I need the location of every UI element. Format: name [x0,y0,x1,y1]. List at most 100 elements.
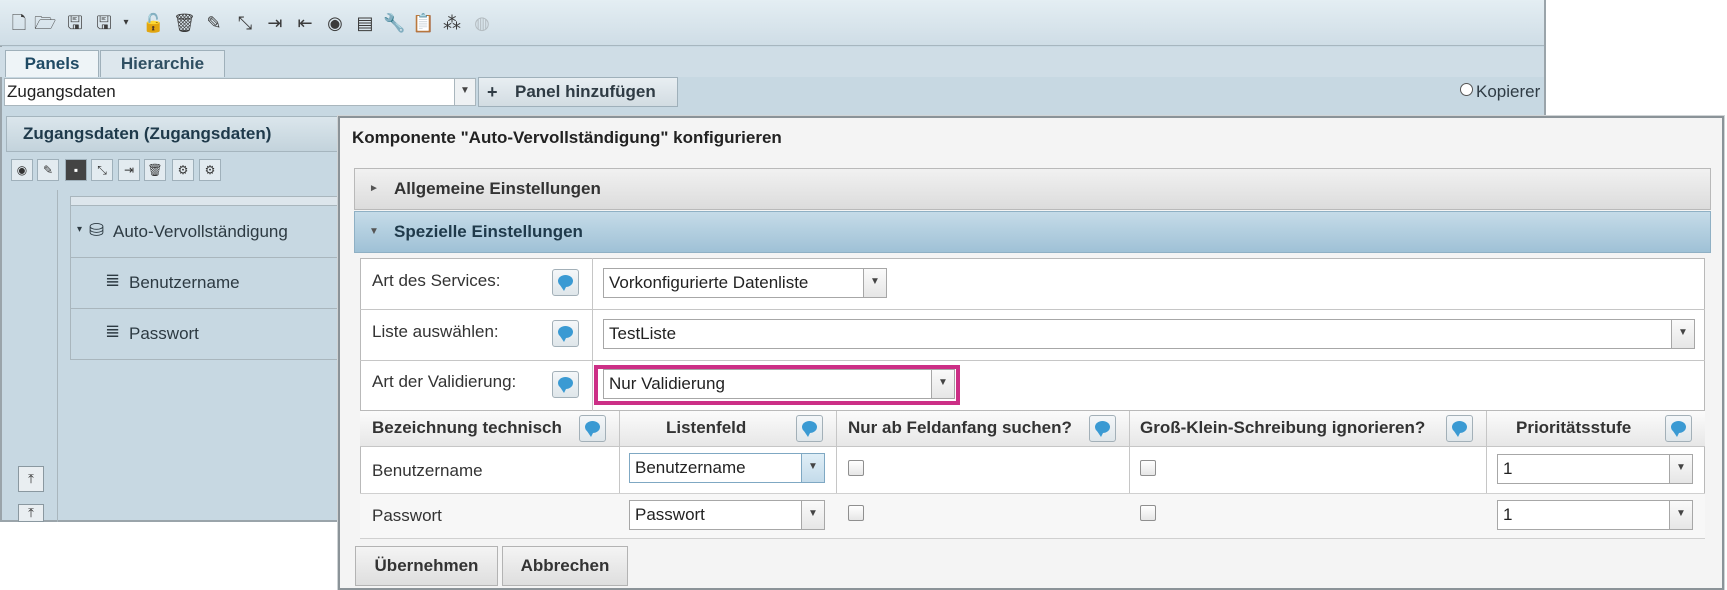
list-icon: ≣ [105,321,121,341]
service-type-value: Vorkonfigurierte Datenliste [609,273,809,292]
info-icon[interactable] [1665,415,1692,442]
save-as-icon[interactable]: 🖫 [93,12,115,34]
tab-panels[interactable]: Panels [5,50,99,77]
priority-select[interactable]: 1 ▼ [1497,454,1693,484]
delete-icon[interactable]: 🗑 [173,12,196,34]
main-toolbar: 🗋 🗁 🖫 🖫 ▾ 🔓 🗑 ✎ ⤡ ⇥ ⇤ ◉ ▤ 🔧 📋 ⁂ ◍ [0,0,1544,46]
info-icon[interactable] [552,320,579,347]
cancel-button[interactable]: Abbrechen [502,546,628,586]
tree-item-label: Benutzername [129,273,240,292]
script-js-icon[interactable]: ▪ [65,159,87,181]
panel-select[interactable]: Zugangsdaten [4,78,476,106]
report-icon[interactable]: ▤ [354,12,376,34]
info-icon[interactable] [796,415,823,442]
panel-icon-bar: ◉ ✎ ▪ ⤡ ⇥ 🗑 ⚙ ⚙ [6,156,340,186]
preview-eye-icon[interactable]: ◉ [324,12,346,34]
info-icon[interactable] [552,269,579,296]
listfield-select[interactable]: Passwort ▼ [629,500,825,530]
add-panel-label: Panel hinzufügen [515,82,656,101]
open-folder-icon[interactable]: 🗁 [34,12,56,34]
chevron-down-icon[interactable]: ▼ [454,79,475,105]
export-icon[interactable]: ⇥ [264,12,286,34]
plus-icon: + [487,82,498,102]
listfield-select[interactable]: Benutzername ▼ [629,453,825,483]
column-header-priority[interactable]: Prioritätsstufe [1516,418,1631,438]
column-header-from-start[interactable]: Nur ab Feldanfang suchen? [848,418,1072,438]
network-icon[interactable]: ⁂ [441,12,463,34]
new-document-icon[interactable]: 🗋 [8,12,30,34]
validation-type-select[interactable]: Nur Validierung ▼ [603,369,955,399]
listfield-value: Benutzername [635,458,746,477]
info-icon[interactable] [579,415,606,442]
service-type-select[interactable]: Vorkonfigurierte Datenliste ▼ [603,268,887,298]
add-panel-button[interactable]: + Panel hinzufügen [478,77,678,107]
unlock-icon[interactable]: 🔓 [142,12,164,34]
tree-item-label: Auto-Vervollständigung [113,222,288,241]
gear-icon[interactable]: ⚙ [199,159,221,181]
expand-arrow-icon[interactable]: ▾ [77,224,82,235]
section-label: Allgemeine Einstellungen [394,179,601,198]
chevron-down-icon[interactable]: ▼ [1669,455,1692,483]
save-icon[interactable]: 🖫 [64,12,86,34]
list-select-value: TestListe [609,324,677,343]
chevron-down-icon[interactable]: ▼ [801,501,824,529]
edit-document-icon[interactable]: ✎ [203,12,225,34]
column-header-ignore-case[interactable]: Groß-Klein-Schreibung ignorieren? [1140,418,1425,438]
dialog-title: Komponente "Auto-Vervollständigung" konf… [352,128,782,147]
chevron-down-icon[interactable]: ▼ [801,454,824,482]
clipboard-icon[interactable]: 📋 [412,12,434,34]
delete-icon[interactable]: 🗑 [144,159,166,181]
collapse-icon[interactable]: ⤡ [234,12,256,34]
ignore-case-checkbox[interactable] [1140,505,1156,521]
listfield-value: Passwort [635,505,705,524]
tree-header-bar [70,196,340,206]
wrench-icon[interactable]: 🔧 [383,12,405,34]
validation-type-value: Nur Validierung [609,374,725,393]
chevron-down-icon[interactable]: ▼ [1669,501,1692,529]
tab-bar: Panels Hierarchie [0,47,1544,77]
chevron-down-icon[interactable]: ▼ [863,269,886,297]
tree-item-passwort[interactable]: ≣ Passwort [70,308,342,360]
tree-item-auto-vervollstaendigung[interactable]: ▾ ⛁ Auto-Vervollständigung [70,206,342,258]
section-special-settings[interactable]: ▼ Spezielle Einstellungen [354,211,1711,253]
chevron-down-icon[interactable]: ▼ [1671,320,1694,348]
column-header-name[interactable]: Bezeichnung technisch [372,418,562,438]
row-name: Passwort [372,506,442,525]
radio-icon[interactable] [1460,83,1473,96]
chevron-right-icon: ► [369,183,379,194]
apply-button[interactable]: Übernehmen [355,546,498,586]
edit-icon[interactable]: ✎ [37,159,59,181]
list-select[interactable]: TestListe ▼ [603,319,1695,349]
tree-item-benutzername[interactable]: ≣ Benutzername [70,257,342,309]
ignore-case-checkbox[interactable] [1140,460,1156,476]
priority-value: 1 [1503,505,1513,524]
info-icon[interactable] [1089,415,1116,442]
from-start-checkbox[interactable] [848,505,864,521]
section-label: Spezielle Einstellungen [394,222,583,241]
from-start-checkbox[interactable] [848,460,864,476]
scroll-up-icon[interactable]: ⤒ [18,504,44,522]
form-divider [592,309,593,360]
row-name: Benutzername [372,461,483,480]
import-icon[interactable]: ⇤ [294,12,316,34]
info-icon[interactable] [552,371,579,398]
form-divider [592,258,593,309]
scroll-top-icon[interactable]: ⤒ [18,466,44,492]
dropdown-arrow-icon[interactable]: ▾ [115,12,137,34]
list-icon: ≣ [105,270,121,290]
chevron-down-icon[interactable]: ▼ [931,370,954,398]
preview-eye-icon[interactable]: ◉ [11,159,33,181]
kopieren-option[interactable]: Kopierer [1460,82,1540,102]
section-general-settings[interactable]: ► Allgemeine Einstellungen [354,168,1711,210]
info-icon[interactable] [1446,415,1473,442]
settings-group-icon[interactable]: ⚙ [172,159,194,181]
priority-select[interactable]: 1 ▼ [1497,500,1693,530]
tab-hierarchie[interactable]: Hierarchie [100,50,225,77]
collapse-icon[interactable]: ⤡ [91,159,113,181]
service-type-label: Art des Services: [372,271,501,290]
kopieren-label: Kopierer [1476,82,1541,101]
column-header-listfield[interactable]: Listenfeld [666,418,746,438]
validation-type-label: Art der Validierung: [372,372,517,391]
export-icon[interactable]: ⇥ [118,159,140,181]
globe-icon: ◍ [474,13,490,33]
